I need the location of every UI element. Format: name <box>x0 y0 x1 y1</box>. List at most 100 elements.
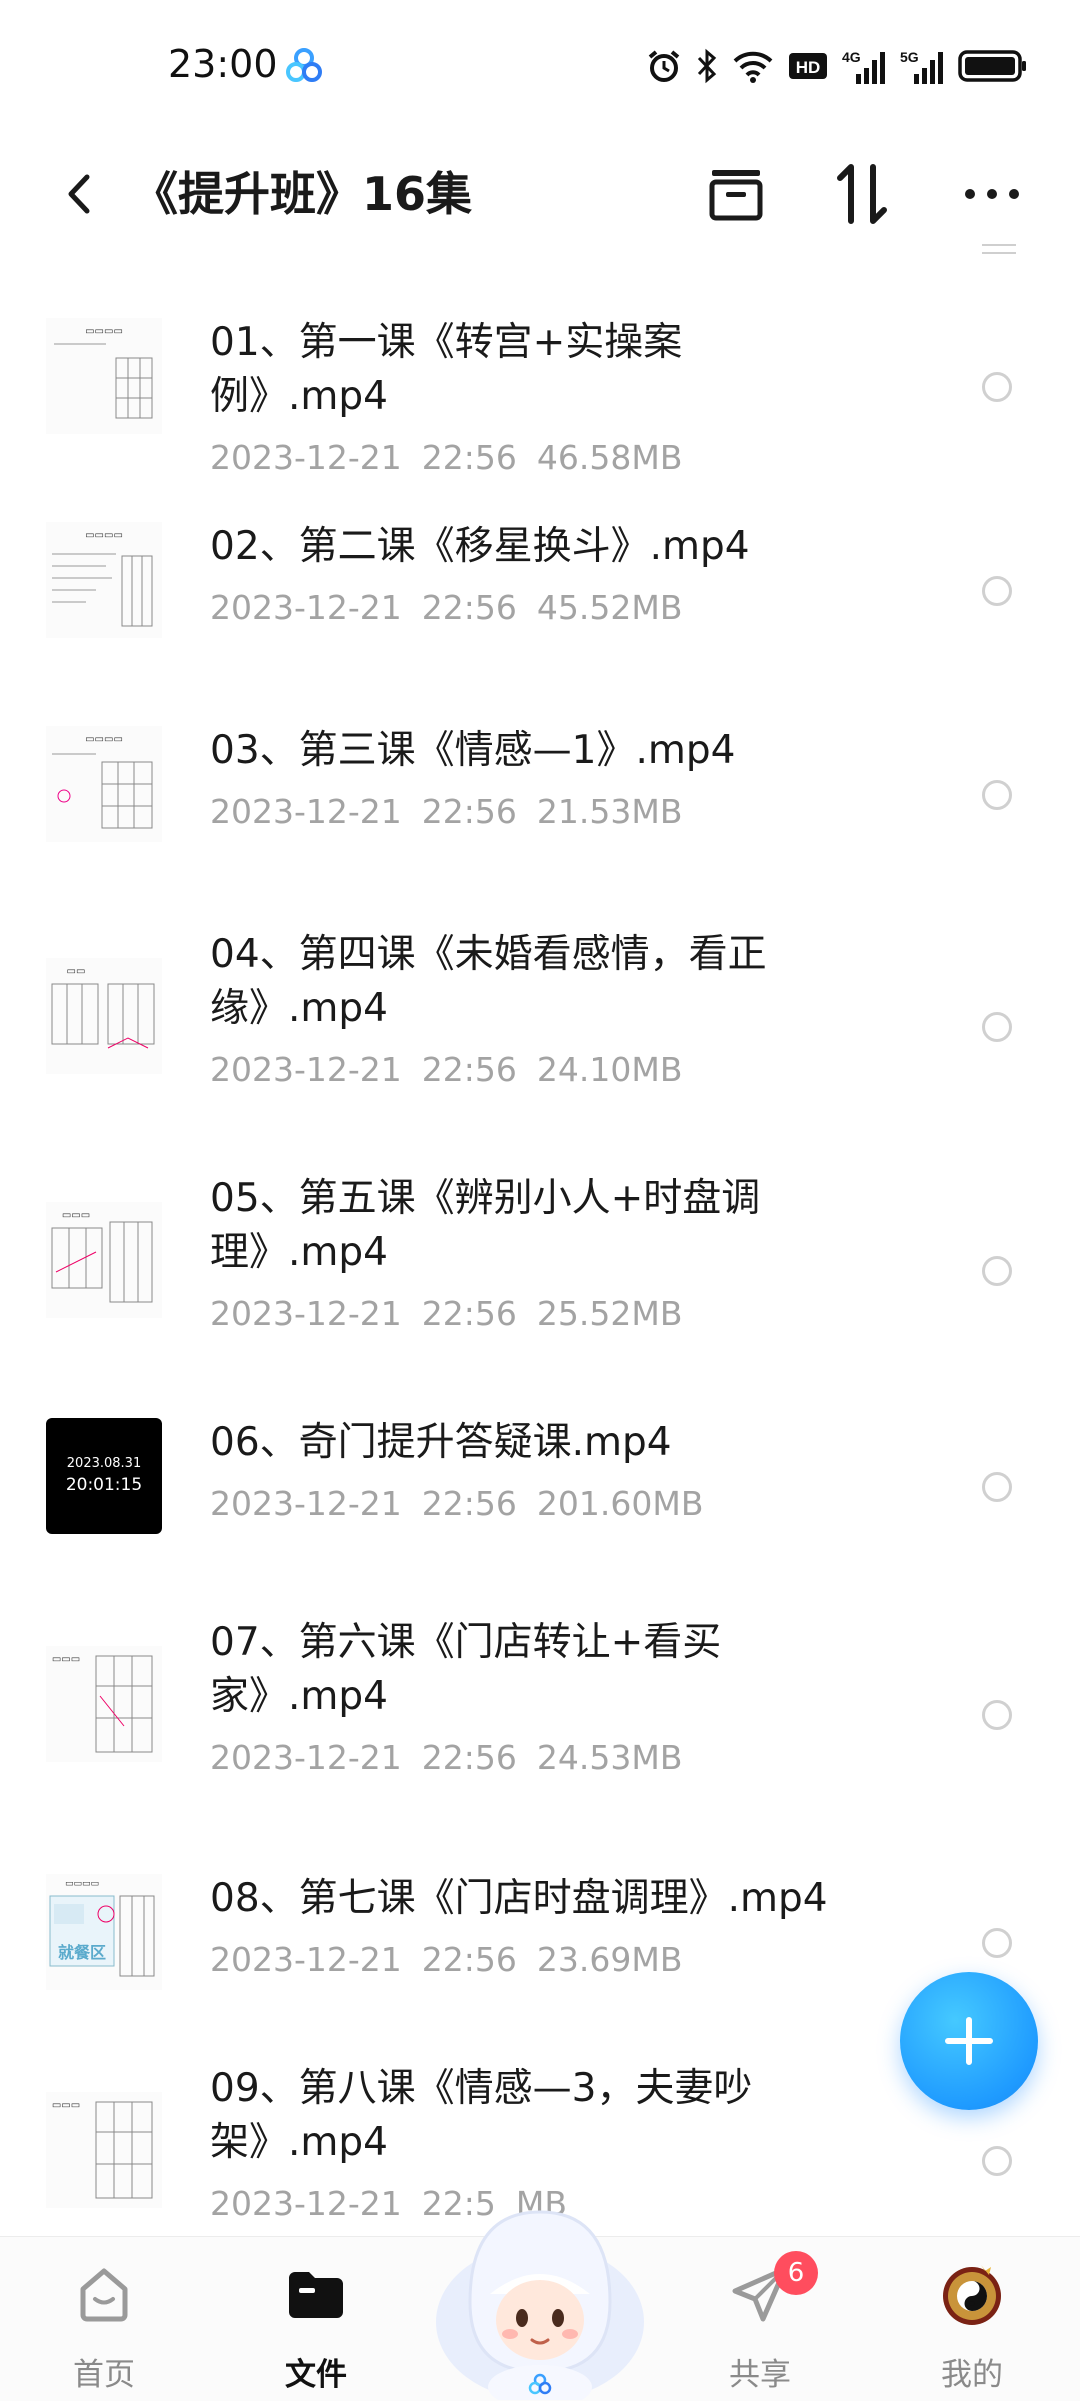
file-time: 22:56 <box>421 588 517 627</box>
file-time: 22:56 <box>421 1940 517 1979</box>
svg-text:▭▭▭: ▭▭▭ <box>52 1654 80 1665</box>
file-meta: 2023-12-21 22:56 24.53MB <box>210 1736 850 1780</box>
file-name: 04、第四课《未婚看感情，看正缘》.mp4 <box>210 932 767 1031</box>
net-5g-label: 5G <box>900 49 919 65</box>
sort-icon <box>837 164 887 224</box>
select-radio[interactable] <box>982 1472 1012 1502</box>
list-item[interactable]: ▭▭▭ 05、第五课《辨别小人+时盘调理》.mp4 2023-12-21 22:5… <box>0 1158 1080 1384</box>
file-size: 201.60MB <box>536 1484 704 1523</box>
file-meta: 2023-12-21 22:56 21.53MB <box>210 790 850 834</box>
select-radio[interactable] <box>982 780 1012 810</box>
svg-text:▭▭▭▭: ▭▭▭▭ <box>85 530 123 541</box>
select-radio[interactable] <box>982 1256 1012 1286</box>
file-date: 2023-12-21 <box>210 1738 402 1777</box>
file-thumbnail: ▭▭ <box>46 958 162 1074</box>
file-thumbnail: ▭▭▭ <box>46 1202 162 1318</box>
video-thumbnail: 2023.08.31 20:01:15 <box>46 1418 162 1534</box>
back-icon <box>68 174 90 214</box>
mascot-icon <box>436 2210 644 2404</box>
nav-label: 我的 <box>941 2357 1003 2393</box>
more-button[interactable] <box>952 154 1032 234</box>
avatar-icon <box>937 2259 1007 2329</box>
page-title: 《提升班》16集 <box>132 167 473 221</box>
list-item[interactable]: ▭▭▭▭ 02、第二课《移星换斗》.mp4 2023-12-21 22:56 45.… <box>0 506 1080 676</box>
file-time: 22:56 <box>421 1294 517 1333</box>
file-thumbnail: ▭▭▭▭ <box>46 522 162 638</box>
svg-text:▭▭▭▭: ▭▭▭▭ <box>85 326 123 337</box>
list-item[interactable]: 2023.08.31 20:01:15 06、奇门提升答疑课.mp4 2023-… <box>0 1402 1080 1572</box>
file-time: 22:56 <box>421 1738 517 1777</box>
select-radio[interactable] <box>982 2146 1012 2176</box>
file-thumbnail: ▭▭▭▭ <box>46 726 162 842</box>
signal-4g-icon: 4G <box>842 48 886 84</box>
list-item[interactable]: ▭▭▭ 07、第六课《门店转让+看买家》.mp4 2023-12-21 22:56… <box>0 1602 1080 1828</box>
svg-text:▭▭▭▭: ▭▭▭▭ <box>65 1879 99 1889</box>
svg-text:▭▭▭▭: ▭▭▭▭ <box>85 734 123 745</box>
file-name: 02、第二课《移星换斗》.mp4 <box>210 524 750 569</box>
file-name: 09、第八课《情感—3，夫妻吵架》.mp4 <box>210 2066 753 2165</box>
file-date: 2023-12-21 <box>210 2184 402 2223</box>
nav-label: 文件 <box>285 2357 347 2393</box>
assistant-mascot-button[interactable] <box>430 2172 650 2404</box>
file-meta: 2023-12-21 22:56 24.10MB <box>210 1048 850 1092</box>
file-date: 2023-12-21 <box>210 792 402 831</box>
file-list: ▭▭▭▭ 01、第一课《转宫+实操案例》.mp4 2023-12-21 22:56… <box>0 262 1080 2232</box>
status-time: 23:00 <box>168 42 278 86</box>
file-time: 22:56 <box>421 438 517 477</box>
plus-icon <box>945 2017 993 2065</box>
file-time: 22:56 <box>421 1050 517 1089</box>
file-thumbnail: ▭▭▭▭ 就餐区 <box>46 1874 162 1990</box>
file-name: 06、奇门提升答疑课.mp4 <box>210 1420 672 1465</box>
nav-label: 共享 <box>729 2357 791 2393</box>
file-date: 2023-12-21 <box>210 1940 402 1979</box>
nav-me[interactable]: 我的 <box>882 2237 1062 2401</box>
file-name: 07、第六课《门店转让+看买家》.mp4 <box>210 1620 722 1719</box>
file-date: 2023-12-21 <box>210 1050 402 1089</box>
add-button[interactable] <box>900 1972 1038 2110</box>
app-cloud-icon <box>284 46 324 86</box>
select-radio[interactable] <box>982 1700 1012 1730</box>
file-thumbnail: ▭▭▭ <box>46 2092 162 2208</box>
file-name: 08、第七课《门店时盘调理》.mp4 <box>210 1876 828 1921</box>
net-4g-label: 4G <box>842 49 861 65</box>
file-size: 24.10MB <box>536 1050 683 1089</box>
list-item[interactable]: ▭▭▭▭ 03、第三课《情感—1》.mp4 2023-12-21 22:56 21.… <box>0 710 1080 880</box>
file-thumbnail: ▭▭▭ <box>46 1646 162 1762</box>
select-radio[interactable] <box>982 576 1012 606</box>
select-all-icon <box>709 170 763 221</box>
select-radio[interactable] <box>982 1012 1012 1042</box>
file-time: 22:56 <box>421 1484 517 1523</box>
file-name: 03、第三课《情感—1》.mp4 <box>210 728 736 773</box>
sort-button[interactable] <box>822 154 902 234</box>
nav-share[interactable]: 6 共享 <box>670 2237 850 2401</box>
file-meta: 2023-12-21 22:56 45.52MB <box>210 586 850 630</box>
file-time: 22:56 <box>421 792 517 831</box>
scrollbar[interactable] <box>982 244 1016 254</box>
file-size: 25.52MB <box>536 1294 683 1333</box>
svg-text:▭▭▭: ▭▭▭ <box>52 2100 80 2111</box>
select-radio[interactable] <box>982 372 1012 402</box>
select-all-button[interactable] <box>696 154 776 234</box>
nav-files[interactable]: 文件 <box>226 2237 406 2401</box>
signal-5g-icon: 5G <box>900 48 944 84</box>
svg-text:▭▭▭: ▭▭▭ <box>62 1210 90 1221</box>
nav-home[interactable]: 首页 <box>14 2237 194 2401</box>
thumbnail-time: 20:01:15 <box>65 1475 143 1495</box>
file-date: 2023-12-21 <box>210 1294 402 1333</box>
list-item[interactable]: ▭▭▭▭ 01、第一课《转宫+实操案例》.mp4 2023-12-21 22:56… <box>0 302 1080 477</box>
file-date: 2023-12-21 <box>210 438 402 477</box>
file-size: 45.52MB <box>536 588 683 627</box>
file-meta: 2023-12-21 22:56 46.58MB <box>210 436 850 480</box>
list-item[interactable]: ▭▭ 04、第四课《未婚看感情，看正缘》.mp4 2023-12-21 22:56… <box>0 914 1080 1140</box>
file-meta: 2023-12-21 22:56 23.69MB <box>210 1938 850 1982</box>
file-date: 2023-12-21 <box>210 588 402 627</box>
file-meta: 2023-12-21 22:56 25.52MB <box>210 1292 850 1336</box>
notification-badge: 6 <box>774 2251 818 2295</box>
status-bar: 23:00 HD 4G 5G <box>0 0 1080 140</box>
file-name: 05、第五课《辨别小人+时盘调理》.mp4 <box>210 1176 761 1275</box>
back-button[interactable] <box>44 154 114 234</box>
home-icon <box>69 2259 139 2329</box>
wifi-icon <box>732 49 774 83</box>
bluetooth-icon <box>696 48 718 84</box>
select-radio[interactable] <box>982 1928 1012 1958</box>
